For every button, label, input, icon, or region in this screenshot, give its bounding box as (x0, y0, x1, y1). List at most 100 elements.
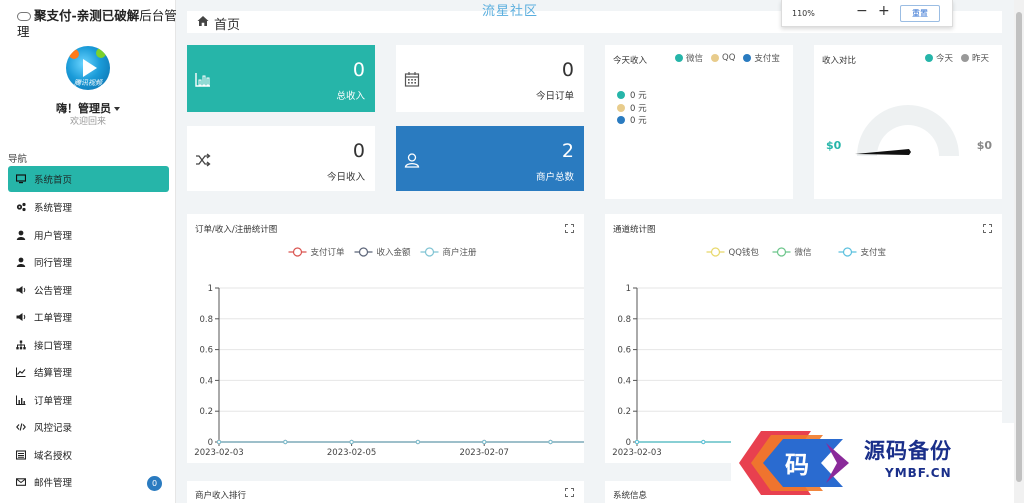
legend-qq[interactable]: QQ (711, 53, 735, 63)
legend-wechat[interactable]: 微信 (675, 52, 703, 64)
mail-count-badge: 0 (147, 475, 162, 491)
stat-total-income: 0 总收入 (187, 45, 375, 112)
brand-name: 聚支付-亲测已破解 (34, 8, 140, 23)
sidebar-item-2[interactable]: 系统管理 (8, 194, 169, 222)
sidebar-item-label: 系统首页 (34, 175, 73, 186)
panel-title: 今天收入 (613, 56, 648, 66)
x-tick-label: 2023-02-03 (612, 448, 661, 458)
y-tick-label: 0.2 (617, 407, 631, 417)
merchant-rank-panel: 商户收入排行 (187, 481, 584, 503)
sidebar-item-3[interactable]: 用户管理 (8, 221, 169, 249)
sidebar-item-12[interactable]: 邮件管理 0 (8, 469, 169, 497)
sidebar-item-label: 接口管理 (34, 340, 73, 352)
user-icon (16, 230, 26, 240)
zoom-reset-button[interactable]: 重置 (900, 5, 940, 22)
caret-down-icon (114, 107, 120, 111)
legend-label: 支付宝 (861, 247, 887, 258)
welcome-text: 欢迎回来 (69, 117, 106, 127)
sidebar-item-9[interactable]: 订单管理 (8, 386, 169, 414)
sidebar-item-label: 同行管理 (34, 258, 73, 270)
today-value: $0 (826, 139, 842, 152)
gears-icon (16, 202, 26, 212)
panel-title: 收入对比 (822, 56, 857, 66)
avatar[interactable]: 腾讯视频 (66, 46, 110, 90)
legend-today[interactable]: 今天 (925, 52, 953, 64)
sidebar-item-10[interactable]: 风控记录 (8, 414, 169, 442)
logo-domain: YMBF.CN (885, 466, 952, 480)
sidebar-item-11[interactable]: 域名授权 (8, 441, 169, 469)
today-income-panel: 今天收入 微信 QQ 支付宝 0 元 0 元 0 元 (605, 45, 793, 199)
y-tick-label: 1 (626, 284, 631, 294)
sidebar-item-4[interactable]: 同行管理 (8, 249, 169, 277)
sidebar-menu: 系统首页系统管理用户管理同行管理公告管理 工单管理接口管理结算管理订单管理风控记录… (8, 166, 169, 496)
legend-label: 商户注册 (443, 247, 478, 258)
bar-chart-icon (195, 73, 210, 87)
legend-yesterday[interactable]: 昨天 (961, 52, 989, 64)
envelope-icon (15, 477, 27, 487)
legend-label: QQ钱包 (729, 247, 760, 258)
user-icon (404, 153, 420, 168)
data-point (216, 439, 222, 445)
zoom-in-button[interactable]: + (878, 3, 890, 19)
y-tick-label: 0.6 (199, 346, 213, 356)
legend-item[interactable]: 支付宝 (838, 247, 887, 258)
legend-item[interactable]: QQ钱包 (706, 247, 760, 258)
legend-item[interactable]: 微信 (772, 247, 813, 258)
stat-value: 0 (352, 140, 365, 162)
stat-value: 0 (352, 59, 365, 81)
watermark-text: 流星社区 (482, 4, 539, 19)
chart-legend: 微信 QQ 支付宝 (675, 52, 780, 64)
data-point (482, 439, 487, 445)
sidebar-item-label: 结算管理 (34, 368, 73, 380)
x-tick-label: 2023-02-05 (327, 448, 376, 458)
avatar-caption: 腾讯视频 (74, 79, 102, 87)
megaphone-icon (16, 312, 26, 322)
legend-label: 微信 (795, 247, 813, 258)
orders-chart-panel: 订单/收入/注册统计图 支付订单 收入金额 商户注册 0 0.2 0.4 0.6 0.8 1 20… (187, 214, 584, 463)
page-title: 首页 (214, 18, 241, 33)
line-chart-icon (16, 367, 26, 378)
stat-label: 商户总数 (535, 172, 574, 183)
sidebar-item-5[interactable]: 公告管理 (8, 276, 169, 304)
sidebar-item-7[interactable]: 接口管理 (8, 331, 169, 359)
y-tick-label: 0.2 (199, 407, 213, 417)
sidebar-item-label: 风控记录 (34, 423, 73, 435)
sidebar-item-8[interactable]: 结算管理 (8, 359, 169, 387)
data-point (548, 439, 553, 445)
income-row-alipay: 0 元 (617, 114, 647, 127)
sitemap-icon (16, 340, 26, 350)
x-tick-label: 2023-02-03 (194, 448, 243, 458)
sidebar-item-label: 订单管理 (34, 395, 73, 407)
x-tick-label: 2023-02-07 (459, 448, 508, 458)
logo-mark: 码 (739, 431, 849, 495)
list-icon (15, 450, 27, 460)
stat-value: 2 (561, 140, 574, 162)
chart-legend: 支付订单 收入金额 商户注册 (288, 247, 478, 258)
data-point (634, 439, 640, 445)
y-tick-label: 0 (626, 438, 631, 448)
data-point (349, 439, 354, 445)
zoom-out-button[interactable]: − (856, 3, 868, 19)
legend-item[interactable]: 商户注册 (420, 247, 478, 258)
legend-item[interactable]: 收入金额 (354, 247, 412, 258)
sidebar-item-6[interactable]: 工单管理 (8, 304, 169, 332)
y-tick-label: 0.4 (199, 376, 213, 386)
data-point (283, 439, 288, 445)
legend-alipay[interactable]: 支付宝 (743, 52, 780, 64)
calendar-icon (404, 72, 420, 87)
y-tick-label: 1 (208, 284, 213, 294)
stat-label: 今日收入 (326, 172, 365, 183)
expand-icon[interactable] (565, 488, 574, 497)
chart-legend: 今天 昨天 (925, 52, 989, 64)
scrollbar-thumb[interactable] (1016, 12, 1022, 482)
legend-label: 收入金额 (377, 247, 412, 258)
legend-item[interactable]: 支付订单 (288, 247, 346, 258)
logo-name: 源码备份 (864, 439, 952, 463)
y-tick-label: 0.4 (617, 376, 631, 386)
brand-title: 聚支付-亲测已破解后台管理 (17, 8, 177, 40)
sidebar-item-label: 用户管理 (34, 230, 73, 242)
income-list: 0 元 0 元 0 元 (617, 89, 647, 127)
scrollbar[interactable] (1014, 0, 1024, 503)
panel-title: 系统信息 (613, 491, 648, 501)
sidebar-item-1[interactable]: 系统首页 (8, 166, 169, 192)
